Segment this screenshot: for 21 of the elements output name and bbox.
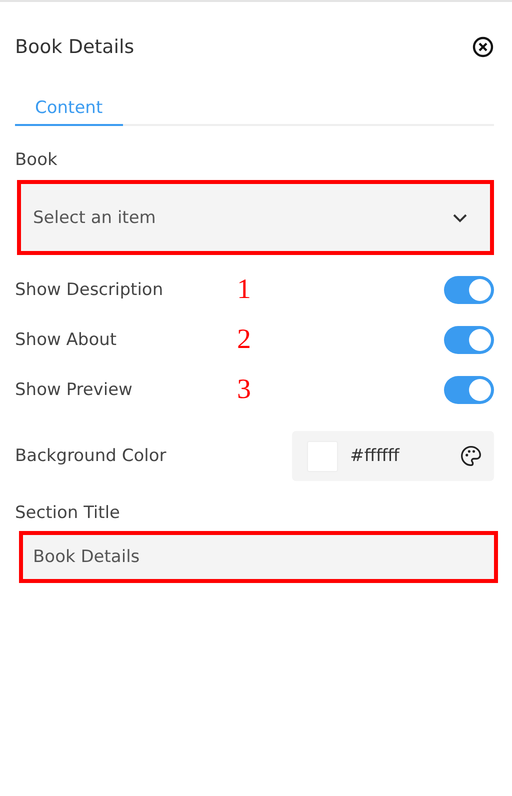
annotation-number: 3	[237, 374, 251, 406]
chevron-down-icon	[452, 212, 468, 222]
color-value: #ffffff	[350, 446, 401, 466]
book-select[interactable]: Select an item	[17, 180, 494, 255]
palette-icon[interactable]	[460, 445, 482, 467]
toggle-label: Show Description	[15, 280, 164, 300]
field-label: Background Color	[15, 446, 166, 466]
panel-title: Book Details	[15, 36, 134, 58]
toggle-switch[interactable]	[444, 376, 494, 404]
annotation-number: 1	[237, 274, 251, 306]
toggle-switch[interactable]	[444, 276, 494, 304]
toggle-label: Show Preview	[15, 380, 132, 400]
field-label: Book	[15, 150, 58, 170]
close-button[interactable]	[472, 36, 494, 58]
toggle-switch[interactable]	[444, 326, 494, 354]
close-icon	[472, 36, 494, 58]
field-label: Section Title	[15, 503, 121, 523]
toggle-label: Show About	[15, 330, 117, 350]
color-picker[interactable]: #ffffff	[292, 431, 494, 481]
section-title-field[interactable]: Book Details	[19, 531, 498, 583]
annotation-number: 2	[237, 324, 251, 356]
